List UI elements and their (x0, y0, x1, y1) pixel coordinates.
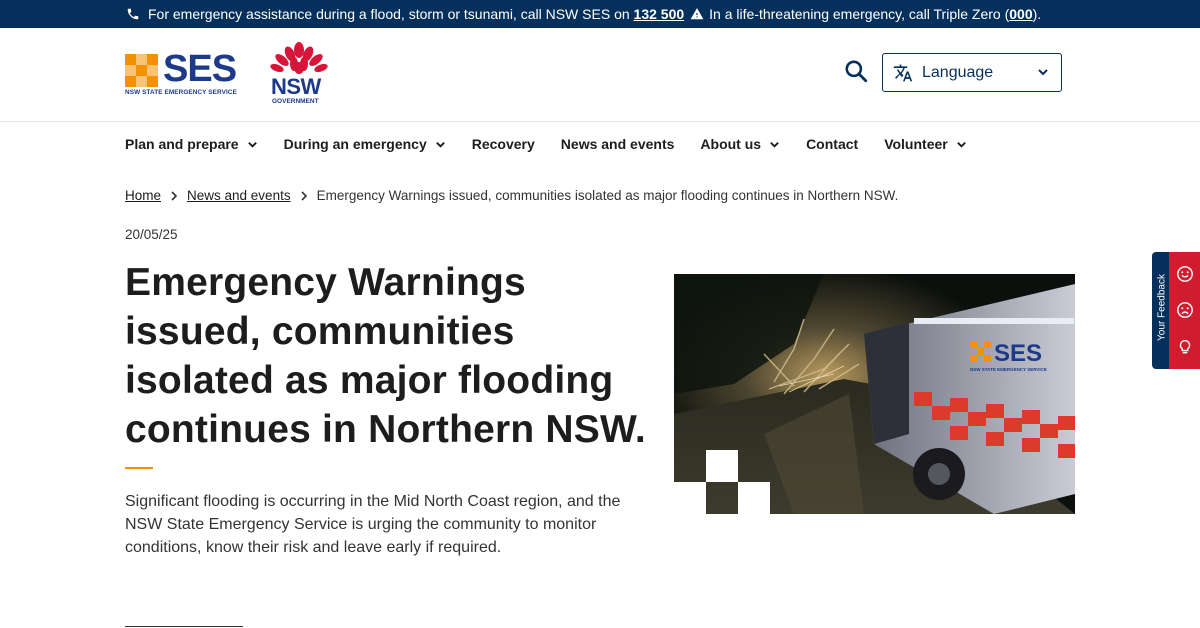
nav-item-label: About us (700, 136, 762, 152)
sad-face-icon[interactable] (1176, 301, 1194, 319)
vehicle-ses-text: SES (994, 340, 1042, 367)
nav-item-contact[interactable]: Contact (806, 136, 858, 152)
ses-checker-mark-icon (125, 54, 158, 87)
nav-item-news-and-events[interactable]: News and events (561, 136, 675, 152)
breadcrumb: Home News and events Emergency Warnings … (125, 188, 898, 203)
nav-item-label: Volunteer (884, 136, 948, 152)
article-hero-image: SES NSW STATE EMERGENCY SERVICE (674, 274, 1075, 514)
nsw-government-logo[interactable]: NSW GOVERNMENT (270, 42, 330, 108)
translate-icon (893, 64, 913, 81)
chevron-right-icon (171, 190, 178, 201)
nav-item-label: During an emergency (283, 136, 427, 152)
nav-item-about-us[interactable]: About us (700, 136, 780, 152)
alert-text-middle: In a life-threatening emergency, call Tr… (709, 6, 1010, 22)
nav-item-recovery[interactable]: Recovery (472, 136, 535, 152)
nav-item-label: Contact (806, 136, 859, 152)
chevron-down-icon (247, 141, 257, 148)
chevron-down-icon (956, 141, 966, 148)
feedback-widget[interactable]: Your Feedback (1152, 252, 1200, 369)
triple-zero-link[interactable]: 000 (1009, 6, 1032, 22)
chevron-down-icon (1038, 69, 1048, 76)
ses-logo[interactable]: SES NSW STATE EMERGENCY SERVICE (125, 48, 241, 98)
nav-item-label: Plan and prepare (125, 136, 239, 152)
warning-icon (690, 8, 704, 20)
waratah-icon (270, 42, 328, 74)
alert-text-after: ). (1032, 6, 1042, 22)
nav-item-volunteer[interactable]: Volunteer (884, 136, 967, 152)
phone-icon (127, 8, 139, 20)
article-lede: Significant flooding is occurring in the… (125, 493, 621, 556)
feedback-buttons (1169, 252, 1200, 369)
main-navigation: Plan and prepare During an emergency Rec… (125, 136, 993, 152)
breadcrumb-news-link[interactable]: News and events (187, 188, 291, 203)
alert-text-before: For emergency assistance during a flood,… (148, 6, 630, 22)
ses-logo-subtitle: NSW STATE EMERGENCY SERVICE (125, 89, 237, 96)
language-label: Language (922, 63, 994, 81)
happy-face-icon[interactable] (1176, 265, 1194, 283)
site-header: SES NSW STATE EMERGENCY SERVICE NSW GOVE… (0, 28, 1200, 122)
nav-item-during-an-emergency[interactable]: During an emergency (284, 136, 446, 152)
vehicle-ses-subtext: NSW STATE EMERGENCY SERVICE (970, 367, 1047, 372)
article-title: Emergency Warnings issued, communities i… (125, 261, 646, 451)
nav-item-label: Recovery (471, 136, 535, 152)
ses-logo-word: SES (163, 48, 237, 90)
nav-item-plan-and-prepare[interactable]: Plan and prepare (125, 136, 258, 152)
search-icon[interactable] (843, 58, 869, 84)
breadcrumb-home-link[interactable]: Home (125, 188, 161, 203)
nsw-logo-subtitle: GOVERNMENT (272, 98, 319, 105)
nsw-logo-word: NSW (271, 74, 321, 99)
chevron-down-icon (435, 141, 445, 148)
nav-item-label: News and events (560, 136, 675, 152)
chevron-right-icon (301, 190, 307, 201)
title-accent-rule (125, 467, 153, 469)
emergency-alert-bar: For emergency assistance during a flood,… (0, 0, 1200, 28)
language-select[interactable]: Language (882, 53, 1062, 92)
chevron-down-icon (770, 141, 779, 148)
flood-scene-image: SES NSW STATE EMERGENCY SERVICE (674, 274, 1075, 514)
lightbulb-icon[interactable] (1176, 338, 1194, 356)
feedback-label: Your Feedback (1156, 274, 1168, 341)
article-date: 20/05/25 (125, 227, 178, 242)
ses-phone-link[interactable]: 132 500 (634, 6, 685, 22)
section-divider (125, 626, 243, 627)
breadcrumb-current: Emergency Warnings issued, communities i… (316, 188, 899, 203)
